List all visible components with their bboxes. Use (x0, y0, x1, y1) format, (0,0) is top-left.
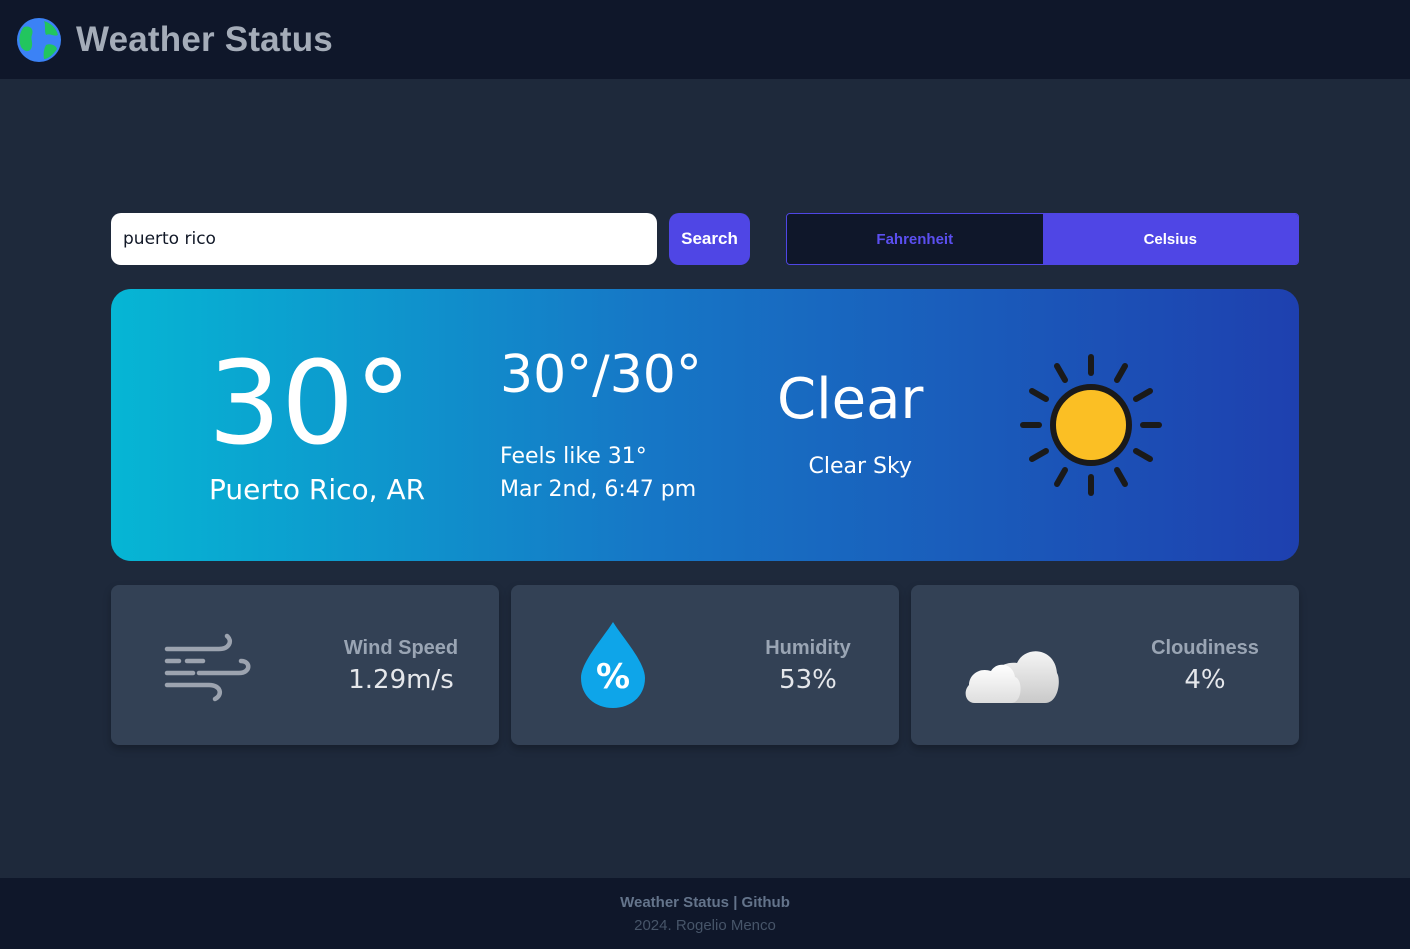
wind-speed-card: Wind Speed 1.29m/s (111, 585, 499, 745)
svg-text:%: % (596, 657, 630, 697)
footer-copyright: 2024. Rogelio Menco (634, 917, 776, 934)
humidity-value: 53% (779, 665, 837, 695)
app-title: Weather Status (76, 19, 333, 59)
cloudiness-card: Cloudiness 4% (911, 585, 1299, 745)
search-button[interactable]: Search (669, 213, 750, 265)
condition-description: Clear Sky (808, 454, 912, 479)
search-input[interactable] (111, 213, 657, 265)
wind-speed-value: 1.29m/s (348, 665, 454, 695)
globe-icon (17, 17, 61, 62)
current-weather-card: 30° Puerto Rico, AR 30°/30° Feels like 3… (111, 289, 1299, 561)
humidity-drop-icon: % (581, 622, 645, 708)
humidity-card: % Humidity 53% (511, 585, 899, 745)
cloudiness-label: Cloudiness (1151, 637, 1259, 659)
sun-icon (1020, 354, 1162, 496)
humidity-label: Humidity (765, 637, 851, 659)
celsius-toggle[interactable]: Celsius (1042, 214, 1298, 264)
app-footer: Weather Status | Github 2024. Rogelio Me… (0, 878, 1410, 949)
temperature-range: 30°/30° (500, 345, 702, 405)
date-time: Mar 2nd, 6:47 pm (500, 477, 697, 502)
wind-icon (164, 633, 251, 702)
footer-links[interactable]: Weather Status | Github (0, 894, 1410, 911)
location-name: Puerto Rico, AR (209, 473, 426, 506)
unit-toggle: Fahrenheit Celsius (786, 213, 1299, 265)
cloudiness-value: 4% (1184, 665, 1226, 695)
app-header: Weather Status (0, 0, 1410, 79)
cloud-icon (965, 651, 1059, 703)
current-temperature: 30° (208, 337, 412, 471)
condition-title: Clear (777, 367, 924, 432)
feels-like: Feels like 31° (500, 444, 647, 469)
wind-speed-label: Wind Speed (343, 637, 459, 659)
fahrenheit-toggle[interactable]: Fahrenheit (787, 214, 1043, 264)
